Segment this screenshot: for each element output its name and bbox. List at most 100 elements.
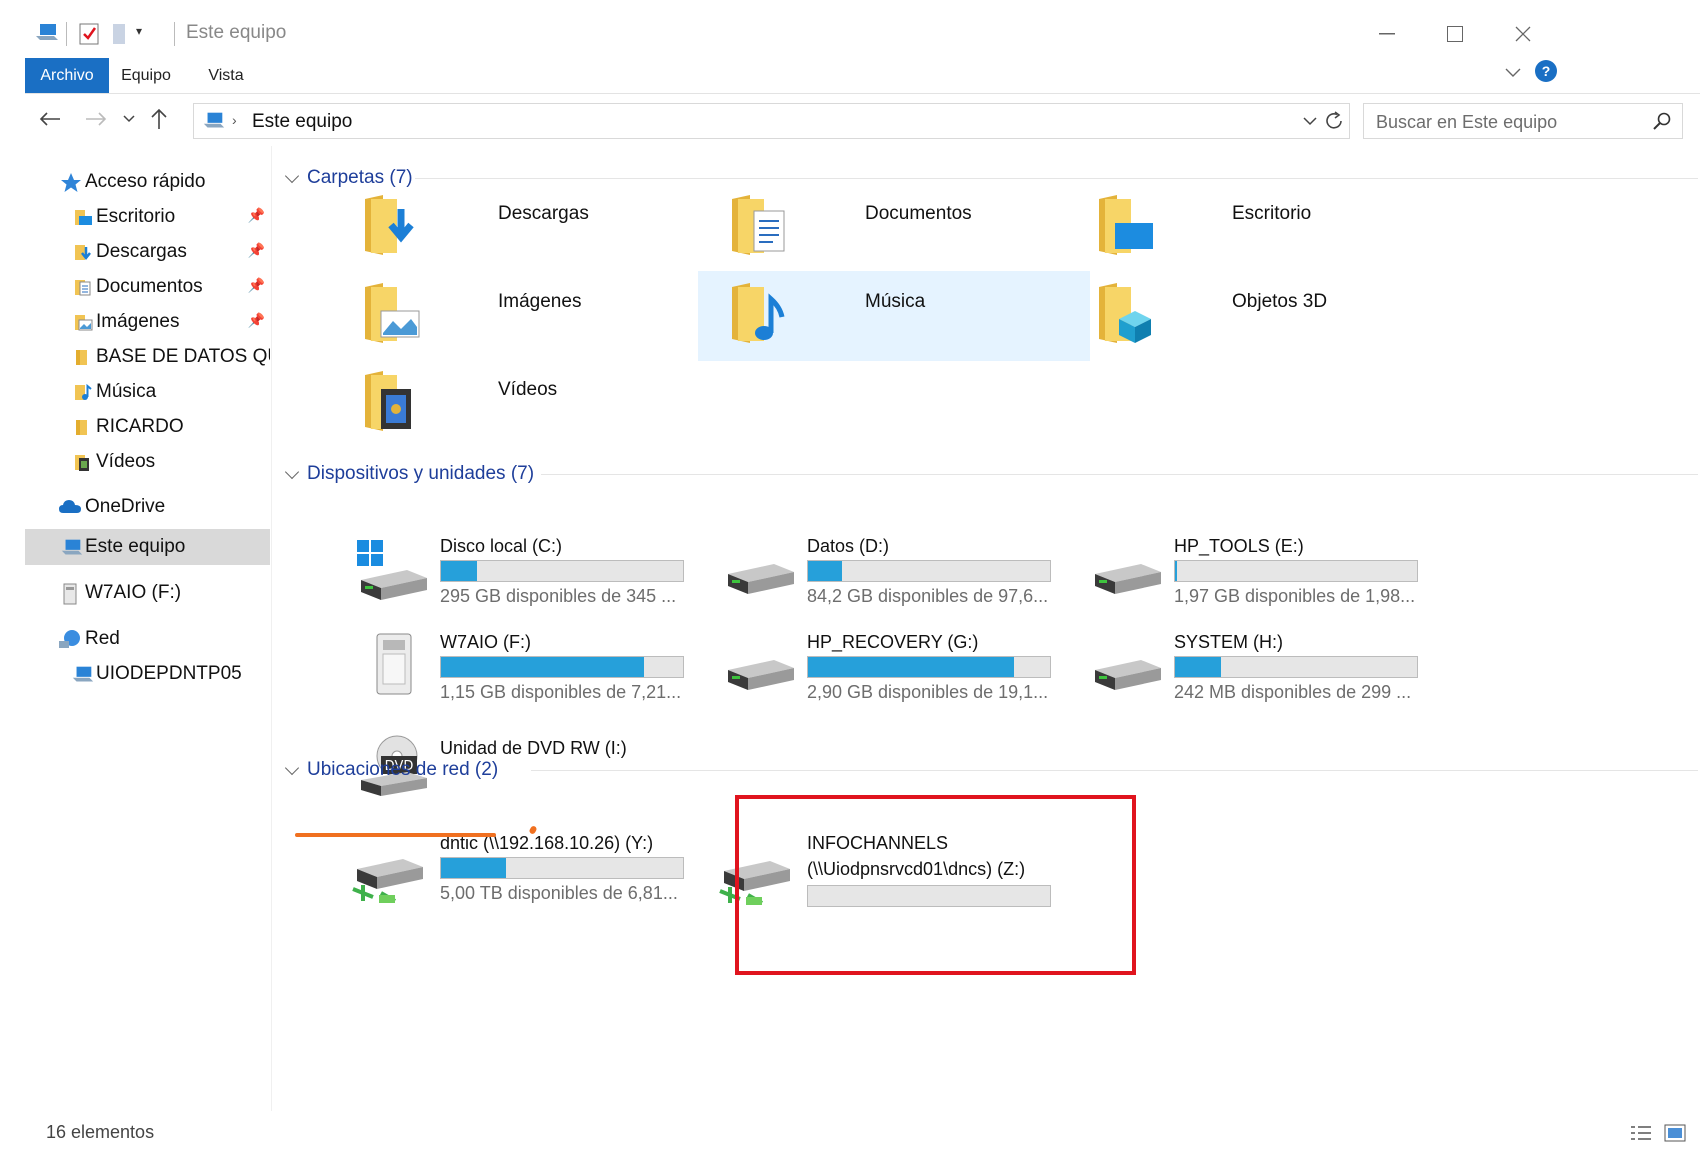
chevron-down-icon [284,464,300,479]
help-icon[interactable]: ? [1535,60,1557,82]
folder-tile-musica[interactable]: Música [698,271,1090,361]
new-folder-icon[interactable] [110,22,128,51]
drive-tile-h[interactable]: SYSTEM (H:) 242 MB disponibles de 299 ..… [1007,632,1418,722]
drive-tile-f[interactable]: W7AIO (F:) 1,15 GB disponibles de 7,21..… [273,632,684,722]
back-button[interactable] [36,104,64,134]
usb-drive-icon [373,632,417,703]
customize-icon[interactable]: ▾ [136,24,142,38]
details-view-icon[interactable] [1630,1124,1652,1147]
expand-ribbon-icon[interactable] [1503,64,1523,85]
drive-usage-fill [1175,657,1221,677]
tab-equipo[interactable]: Equipo [109,58,183,93]
item-count: 16 elementos [46,1122,155,1142]
computer-icon[interactable] [34,22,60,49]
sidebar-item-documentos[interactable]: Documentos 📌 [25,269,270,305]
drive-tile-c[interactable]: Disco local (C:) 295 GB disponibles de 3… [273,536,684,626]
recent-locations-button[interactable] [119,104,139,134]
network-icon [58,629,80,649]
group-header-dispositivos[interactable]: Dispositivos y unidades (7) [284,459,535,489]
breadcrumb-chevron-icon[interactable]: › [232,112,237,128]
breadcrumb[interactable]: Este equipo [252,111,352,133]
sidebar-item-base-de-datos[interactable]: BASE DE DATOS QUITO [25,339,270,375]
sidebar-item-descargas[interactable]: Descargas 📌 [25,234,270,270]
up-button[interactable] [146,104,172,134]
3d-objects-folder-icon [1095,281,1157,352]
hard-drive-icon [1091,560,1163,605]
folder-label: Objetos 3D [1232,291,1328,312]
drive-usage-bar [1174,560,1418,582]
tab-archivo[interactable]: Archivo [25,58,109,93]
ribbon: Archivo Equipo Vista ? [25,58,1700,94]
search-input[interactable]: Buscar en Este equipo [1363,103,1683,139]
folder-tile-escritorio[interactable]: Escritorio [1065,181,1457,271]
drive-name: Disco local (C:) [440,536,563,556]
group-header-ubicaciones-de-red[interactable]: Ubicaciones de red (2) [284,755,498,785]
drive-tile-e[interactable]: HP_TOOLS (E:) 1,97 GB disponibles de 1,9… [1007,536,1418,626]
music-folder-icon [728,281,790,352]
sidebar-item-quick-access[interactable]: Acceso rápido [25,164,270,200]
group-title: Dispositivos y unidades (7) [307,463,535,484]
refresh-icon[interactable] [1322,109,1346,138]
drive-name: SYSTEM (H:) [1174,632,1284,652]
videos-folder-icon [73,452,93,472]
sidebar-item-ricardo[interactable]: RICARDO [25,409,270,445]
sidebar-item-label: Este equipo [85,536,186,557]
network-drive-icon [351,855,429,910]
maximize-button[interactable] [1430,14,1480,54]
pictures-folder-icon [361,281,423,352]
hard-drive-icon [724,656,796,701]
minimize-button[interactable] [1362,14,1412,54]
pin-icon[interactable]: 📌 [248,242,265,259]
sidebar-item-uiodepdntp05[interactable]: UIODEPDNTP05 [25,656,270,692]
folder-tile-documentos[interactable]: Documentos [698,181,1090,271]
drive-name: Datos (D:) [807,536,890,556]
hard-drive-icon [1091,656,1163,701]
drive-usage-fill [1175,561,1178,581]
folder-tile-objetos-3d[interactable]: Objetos 3D [1065,271,1457,361]
sidebar-item-label: Escritorio [96,206,176,227]
drive-usage-bar [1174,656,1418,678]
folder-tile-descargas[interactable]: Descargas [331,181,723,271]
address-bar[interactable]: › Este equipo [193,103,1350,139]
forward-button[interactable] [82,104,110,134]
pin-icon[interactable]: 📌 [248,207,265,224]
folder-tile-imagenes[interactable]: Imágenes [331,271,723,361]
sidebar-item-musica[interactable]: Música [25,374,270,410]
pin-icon[interactable]: 📌 [248,277,265,294]
sidebar-item-red[interactable]: Red [25,621,270,657]
usb-drive-icon [61,583,81,605]
sidebar-item-label: Acceso rápido [85,171,206,192]
sidebar-item-label: Red [85,628,120,649]
drive-name: HP_TOOLS (E:) [1174,536,1304,556]
sidebar-item-videos[interactable]: Vídeos [25,444,270,480]
large-icons-view-icon[interactable] [1664,1124,1686,1147]
sidebar-item-label: Vídeos [96,451,156,472]
address-dropdown-icon[interactable] [1302,114,1318,132]
group-divider [415,178,1698,179]
music-folder-icon [73,382,93,402]
sidebar-item-imagenes[interactable]: Imágenes 📌 [25,304,270,340]
star-icon [60,172,81,192]
search-icon[interactable] [1652,111,1672,136]
drive-usage-fill [441,858,507,878]
title-bar: ▾ Este equipo [0,0,1700,58]
folder-label: Imágenes [498,291,582,312]
close-button[interactable] [1498,14,1548,54]
sidebar-item-onedrive[interactable]: OneDrive [25,489,270,525]
pin-icon[interactable]: 📌 [248,312,265,329]
folder-label: Música [865,291,926,312]
tab-vista[interactable]: Vista [195,58,257,93]
drive-tile-d[interactable]: Datos (D:) 84,2 GB disponibles de 97,6..… [640,536,1051,626]
sidebar-item-w7aio[interactable]: W7AIO (F:) [25,575,270,611]
sidebar-item-este-equipo[interactable]: Este equipo [25,529,270,565]
drive-tile-g[interactable]: HP_RECOVERY (G:) 2,90 GB disponibles de … [640,632,1051,722]
properties-icon[interactable] [78,22,100,51]
sidebar-item-escritorio[interactable]: Escritorio 📌 [25,199,270,235]
computer-icon [202,110,226,137]
sidebar-item-label: Imágenes [96,311,180,332]
sidebar-item-label: Documentos [96,276,203,297]
folder-tile-videos[interactable]: Vídeos [331,361,723,451]
network-drive-tile-y[interactable]: dntic (\\192.168.10.26) (Y:) 5,00 TB dis… [273,833,684,923]
folder-label: Descargas [498,203,589,224]
folder-label: Escritorio [1232,203,1312,224]
